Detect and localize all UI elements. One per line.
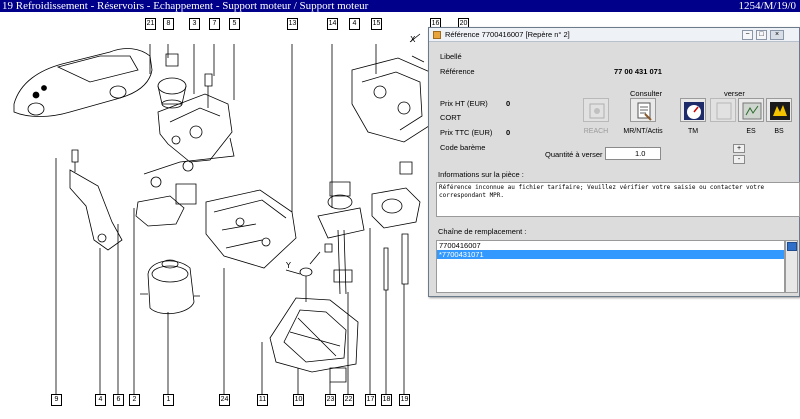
replacement-chain-list[interactable]: 7700416007 *7700431071 [436, 240, 785, 293]
callout-23[interactable]: 23 [325, 394, 336, 406]
close-button[interactable]: × [770, 30, 784, 40]
es-label: ES [746, 128, 756, 135]
document-hand-icon [637, 102, 652, 121]
mr-nt-actis-label: MR/NT/Actis [623, 128, 663, 135]
verser-label: verser [724, 89, 745, 98]
info-textarea[interactable]: Référence inconnue au fichier tarifaire;… [436, 182, 800, 217]
bs-label: BS [774, 128, 784, 135]
libelle-label: Libellé [440, 52, 462, 61]
mr-nt-actis-button[interactable] [630, 98, 656, 122]
callout-9[interactable]: 9 [51, 394, 62, 406]
callout-15[interactable]: 15 [371, 18, 382, 30]
cort-label: CORT [440, 113, 462, 122]
tm-label: TM [687, 128, 699, 135]
list-item[interactable]: 7700416007 [437, 241, 784, 250]
reference-value: 77 00 431 071 [614, 67, 662, 76]
callout-24[interactable]: 24 [219, 394, 230, 406]
callout-14[interactable]: 14 [327, 18, 338, 30]
reach-label: REACH [583, 128, 609, 135]
chain-label: Chaîne de remplacement : [438, 227, 527, 236]
consulter-label: Consulter [630, 89, 663, 98]
callout-22[interactable]: 22 [343, 394, 354, 406]
dialog-title: Référence 7700416007 [Repère n° 2] [445, 30, 570, 39]
axis-label-x: X [410, 35, 416, 44]
maximize-button[interactable]: □ [756, 30, 767, 40]
callout-7[interactable]: 7 [209, 18, 220, 30]
callout-13[interactable]: 13 [287, 18, 298, 30]
reach-button[interactable] [583, 98, 609, 122]
callout-6[interactable]: 6 [113, 394, 124, 406]
callout-19[interactable]: 19 [399, 394, 410, 406]
code-bareme-label: Code barème [440, 143, 486, 152]
callout-3[interactable]: 3 [189, 18, 200, 30]
callout-21[interactable]: 21 [145, 18, 156, 30]
quantity-minus-button[interactable]: - [733, 155, 745, 164]
reference-label: Référence [440, 67, 475, 76]
prix-ttc-value: 0 [506, 128, 511, 137]
car-window [56, 55, 139, 83]
timer-gauge-icon [684, 102, 704, 120]
page-title: 19 Refroidissement - Réservoirs - Echapp… [2, 0, 369, 12]
scroll-up-icon[interactable] [787, 242, 797, 251]
info-label: Informations sur la pièce : [438, 170, 524, 179]
bs-icon [770, 102, 790, 120]
callout-17[interactable]: 17 [365, 394, 376, 406]
prix-ht-label: Prix HT (EUR) [440, 99, 488, 108]
es-disabled-icon [716, 102, 732, 120]
callout-5[interactable]: 5 [229, 18, 240, 30]
page-code: 1254/M/19/0 [738, 0, 796, 12]
callout-1[interactable]: 1 [163, 394, 174, 406]
bs-button[interactable] [766, 98, 792, 122]
es-button[interactable] [738, 98, 764, 122]
es-icon [742, 102, 762, 120]
callout-11[interactable]: 11 [257, 394, 268, 406]
callout-4-top[interactable]: 4 [349, 18, 360, 30]
tm-button[interactable] [680, 98, 706, 122]
callout-4[interactable]: 4 [95, 394, 106, 406]
axis-label-y: Y [285, 261, 291, 270]
list-scrollbar[interactable] [785, 240, 798, 293]
dialog-title-bar[interactable]: Référence 7700416007 [Repère n° 2] − □ × [429, 28, 799, 42]
callout-18[interactable]: 18 [381, 394, 392, 406]
minimize-button[interactable]: − [742, 30, 753, 40]
callout-8[interactable]: 8 [163, 18, 174, 30]
quantity-plus-button[interactable]: + [733, 144, 745, 153]
reach-icon [589, 103, 605, 119]
callout-2[interactable]: 2 [129, 394, 140, 406]
window-title-bar: 19 Refroidissement - Réservoirs - Echapp… [0, 0, 800, 12]
list-item-selected[interactable]: *7700431071 [437, 250, 784, 259]
app-icon [433, 31, 441, 39]
prix-ht-value: 0 [506, 99, 511, 108]
quantity-input[interactable] [605, 147, 661, 160]
quantity-label: Quantité à verser : [545, 150, 607, 159]
prix-ttc-label: Prix TTC (EUR) [440, 128, 493, 137]
es-disabled-button[interactable] [710, 98, 736, 122]
callout-10[interactable]: 10 [293, 394, 304, 406]
